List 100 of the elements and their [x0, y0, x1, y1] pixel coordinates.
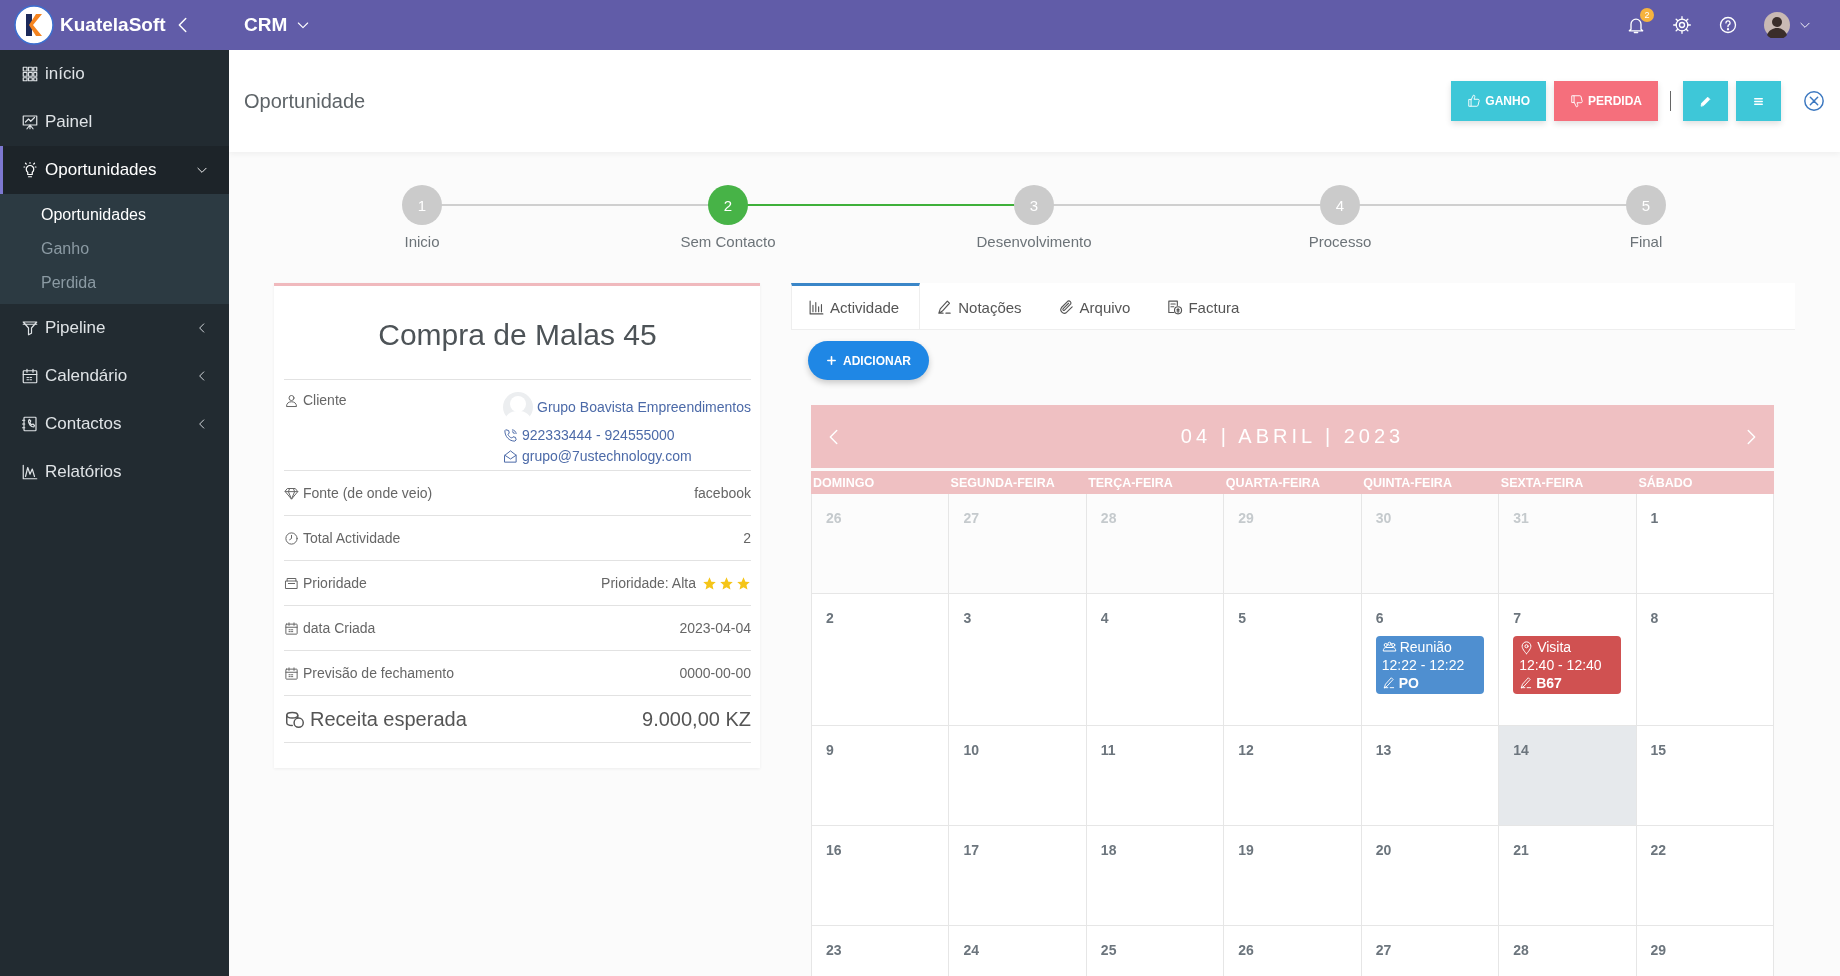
presentation-board-icon	[21, 113, 39, 131]
calendar-day[interactable]: 3	[949, 594, 1087, 726]
funnel-icon	[21, 319, 39, 337]
calendar-day[interactable]: 2	[812, 594, 950, 726]
field-label: Prioridade	[303, 575, 367, 591]
user-avatar[interactable]	[1764, 12, 1790, 38]
notification-badge: 2	[1640, 8, 1654, 22]
phone-icon	[503, 427, 518, 443]
field-value: 2023-04-04	[679, 620, 751, 636]
field-value: Prioridade: Alta	[601, 575, 696, 591]
settings-icon[interactable]	[1672, 15, 1692, 35]
calendar-day[interactable]: 15	[1636, 726, 1774, 826]
calendar-day[interactable]: 25	[1086, 926, 1225, 976]
invoice-icon	[1166, 299, 1184, 316]
calendar-day[interactable]: 21	[1499, 826, 1637, 926]
sidebar-item[interactable]: início	[0, 50, 229, 98]
step-label: Sem Contacto	[680, 233, 776, 250]
calendar-event[interactable]: Visita 12:40 - 12:40 B67	[1513, 636, 1622, 694]
calendar-day[interactable]: 23	[812, 926, 950, 976]
star-icon	[719, 575, 734, 591]
calendar-event[interactable]: Reunião 12:22 - 12:22 PO	[1375, 636, 1484, 694]
tab[interactable]: Actividade	[791, 283, 921, 329]
field-label: Fonte (de onde veio)	[303, 485, 433, 501]
lost-button[interactable]: PERDIDA	[1554, 81, 1658, 121]
sidebar-subitem[interactable]: Oportunidades	[0, 198, 229, 232]
pen-icon	[1519, 676, 1534, 690]
field-label: Cliente	[303, 392, 347, 408]
thumbs-down-icon	[1570, 94, 1584, 108]
star-icon	[736, 575, 751, 591]
thumbs-up-icon	[1467, 94, 1482, 108]
help-icon[interactable]	[1718, 15, 1738, 35]
paperclip-icon	[1057, 299, 1075, 316]
calendar-day[interactable]: 7 Visita 12:40 - 12:40 B67	[1499, 594, 1637, 726]
tab[interactable]: Notações	[920, 283, 1042, 329]
sidebar-item[interactable]: Pipeline	[0, 304, 229, 352]
opportunity-title: Compra de Malas 45	[377, 317, 658, 353]
step-label: Processo	[1308, 233, 1372, 250]
weekday-label: TERÇA-FEIRA	[1087, 475, 1174, 490]
calendar-day[interactable]: 10	[949, 726, 1087, 826]
tab[interactable]: Factura	[1150, 283, 1260, 329]
calendar-day[interactable]: 9	[812, 726, 950, 826]
contacts-icon	[21, 415, 39, 433]
weekday-label: DOMINGO	[812, 475, 876, 490]
calendar-day[interactable]: 22	[1636, 826, 1774, 926]
email-link[interactable]: grupo@7ustechnology.com	[522, 448, 692, 464]
calendar-title: 04 | ABRIL | 2023	[1180, 425, 1405, 448]
weekday-label: QUARTA-FEIRA	[1224, 475, 1321, 490]
calendar-day[interactable]: 14	[1499, 726, 1637, 826]
calendar-day[interactable]: 4	[1086, 594, 1225, 726]
calendar-day[interactable]: 27	[1361, 926, 1500, 976]
event-title: Reunião	[1399, 639, 1452, 655]
calendar-icon	[284, 620, 299, 636]
client-link[interactable]: Grupo Boavista Empreendimentos	[537, 399, 751, 415]
diamond-icon	[284, 485, 299, 501]
lightbulb-icon	[21, 161, 39, 179]
bar-chart-icon	[808, 299, 825, 316]
calendar-day[interactable]: 12	[1224, 726, 1362, 826]
calendar-day[interactable]: 18	[1086, 826, 1225, 926]
calendar-day[interactable]: 5	[1224, 594, 1362, 726]
mail-icon	[503, 448, 518, 464]
sidebar-item[interactable]: Relatórios	[0, 448, 229, 496]
phone-link[interactable]: 922333444 - 924555000	[522, 427, 675, 443]
step-label: Inicio	[404, 233, 440, 250]
pencil-icon	[1699, 94, 1712, 108]
grid-icon	[21, 65, 39, 83]
calendar-day[interactable]: 26	[1224, 926, 1362, 976]
calendar-day[interactable]: 17	[949, 826, 1087, 926]
calendar-day[interactable]: 28	[1499, 926, 1637, 976]
sidebar-subitem[interactable]: Ganho	[0, 232, 229, 266]
close-icon[interactable]	[1803, 90, 1825, 112]
weekday-label: QUINTA-FEIRA	[1362, 475, 1453, 490]
calendar-day[interactable]: 11	[1086, 726, 1225, 826]
sidebar-item[interactable]: Calendário	[0, 352, 229, 400]
calendar-day[interactable]: 24	[949, 926, 1087, 976]
module-menu[interactable]: CRM	[229, 13, 318, 37]
sidebar-subitem[interactable]: Perdida	[0, 266, 229, 300]
weekday-label: SEGUNDA-FEIRA	[949, 475, 1056, 490]
weekday-label: SÁBADO	[1637, 475, 1694, 490]
tab[interactable]: Arquivo	[1041, 283, 1151, 329]
folder-icon	[284, 575, 299, 591]
event-time: 12:40 - 12:40	[1519, 657, 1603, 673]
calendar-day[interactable]: 19	[1224, 826, 1362, 926]
sidebar-item[interactable]: Painel	[0, 98, 229, 146]
event-note: PO	[1398, 675, 1419, 691]
calendar-day[interactable]: 16	[812, 826, 950, 926]
calendar-day[interactable]: 8	[1636, 594, 1774, 726]
event-note: B67	[1536, 675, 1562, 691]
field-value: 9.000,00 KZ	[642, 707, 751, 731]
pen-icon	[1381, 676, 1396, 690]
calendar-day[interactable]: 1	[1636, 494, 1774, 594]
sidebar-item[interactable]: Oportunidades	[0, 146, 229, 194]
calendar-day[interactable]: 6 Reunião 12:22 - 12:22 PO	[1361, 594, 1500, 726]
add-button[interactable]: ADICIONAR	[808, 341, 929, 380]
calendar-day[interactable]: 20	[1361, 826, 1500, 926]
field-label: Total Actividade	[303, 530, 401, 546]
calendar-day[interactable]: 29	[1636, 926, 1774, 976]
brand-name: KuatelaSoft	[60, 14, 166, 36]
pen-icon	[936, 299, 954, 316]
sidebar-item[interactable]: Contactos	[0, 400, 229, 448]
weekday-label: SEXTA-FEIRA	[1499, 475, 1585, 490]
